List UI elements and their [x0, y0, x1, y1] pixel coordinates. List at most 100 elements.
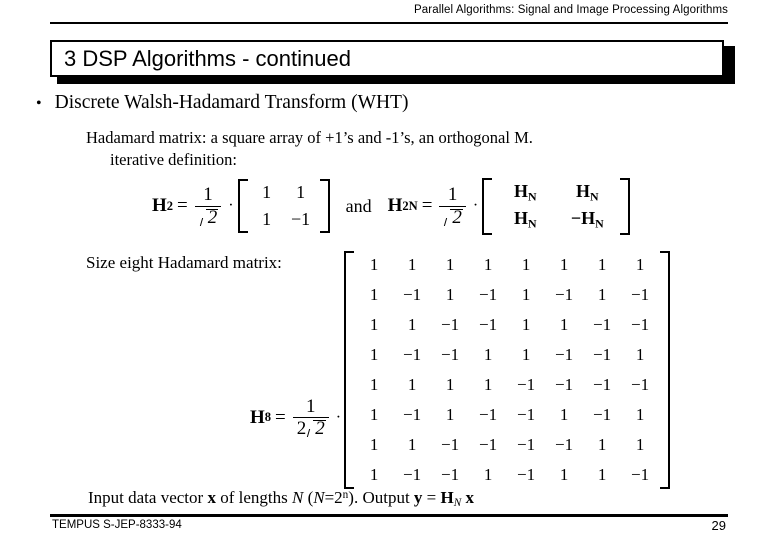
matrix-cell: 1 [521, 255, 531, 274]
matrix-cell: 1 [597, 465, 607, 484]
slide-title-box: 3 DSP Algorithms - continued [50, 40, 724, 77]
bottom-text-part7: x [461, 488, 474, 507]
matrix-cell: 1 [635, 405, 645, 424]
bracket-right-icon [660, 251, 671, 489]
bracket-left-icon [482, 178, 493, 235]
matrix-cell: 1 [407, 315, 417, 334]
matrix-cell: 1 [445, 285, 455, 304]
matrix-cell: 1 [296, 182, 306, 203]
matrix-cell: −1 [479, 435, 498, 454]
matrix-cell: 1 [369, 255, 379, 274]
formula-h8-fraction: 1 22 [292, 396, 329, 438]
matrix-h2n-grid: HN HN HN −HN [492, 178, 620, 235]
matrix-cell: −1 [517, 465, 536, 484]
matrix-cell: −1 [403, 405, 422, 424]
formula-h2-multiply: · [228, 197, 234, 215]
bottom-text-part3: ( [303, 488, 314, 507]
matrix-cell: −1 [479, 405, 498, 424]
bottom-var-n: N [291, 488, 304, 507]
sqrt-radical-icon: 2 [199, 207, 218, 227]
matrix-h2n: HN HN HN −HN [482, 178, 631, 235]
matrix-cell: 1 [597, 255, 607, 274]
matrix-cell: −1 [555, 285, 574, 304]
matrix-cell: −1 [479, 315, 498, 334]
matrix-cell: 1 [445, 375, 455, 394]
matrix-cell-subscript: N [595, 216, 604, 231]
matrix-cell-text: H [513, 181, 528, 201]
formula-h8-subscript: 8 [264, 410, 272, 424]
formula-h2-denominator: 2 [194, 205, 222, 227]
matrix-cell: 1 [262, 209, 272, 230]
bottom-text-part6: = [422, 488, 441, 507]
matrix-cell: 1 [483, 465, 493, 484]
bullet-item-wht: • Discrete Walsh-Hadamard Transform (WHT… [36, 92, 408, 114]
formula-h2n-numerator: 1 [447, 184, 458, 206]
formula-conjunction: and [345, 195, 372, 216]
matrix-cell: 1 [597, 285, 607, 304]
formula-h8: H8 = 1 22 · 1 1 1 1 1 1 1 1 1 −1 1 −1 1 … [250, 251, 671, 489]
matrix-cell: −1 [517, 435, 536, 454]
bottom-text-part1: Input data vector [88, 488, 208, 507]
formula-h2-subscript: 2 [166, 198, 174, 213]
matrix-cell: 1 [369, 315, 379, 334]
matrix-cell: 1 [483, 255, 493, 274]
slide-header-text: Parallel Algorithms: Signal and Image Pr… [414, 4, 728, 16]
bracket-left-icon [237, 179, 248, 234]
formula-h2-and-h2n: H2 = 1 2 · 1 1 1 −1 and H 2N = 1 2 · HN H… [152, 178, 631, 235]
matrix-cell: 1 [635, 255, 645, 274]
matrix-cell: −1 [441, 345, 460, 364]
matrix-cell: 1 [559, 315, 569, 334]
matrix-cell: 1 [407, 255, 417, 274]
matrix-cell: 1 [445, 405, 455, 424]
formula-h2n-subscript: 2N [402, 198, 418, 213]
header-divider-rule [50, 22, 728, 24]
bottom-text-part4: =2 [324, 488, 343, 507]
matrix-cell-text: −H [570, 208, 596, 229]
formula-h2-numerator: 1 [203, 184, 213, 206]
footer-page-number: 29 [711, 518, 726, 533]
matrix-cell: 1 [521, 285, 531, 304]
matrix-cell: −1 [291, 209, 311, 230]
matrix-cell: −1 [555, 435, 574, 454]
matrix-cell: 1 [597, 435, 607, 454]
bottom-matrix-h: H [440, 488, 454, 507]
formula-h8-equals: = [275, 406, 286, 428]
matrix-cell: HN [494, 208, 556, 231]
matrix-cell: −1 [593, 315, 612, 334]
bottom-vector-x: x [207, 488, 216, 507]
matrix-h2: 1 1 1 −1 [237, 179, 330, 234]
bottom-text-part5: ). Output [348, 488, 414, 507]
matrix-cell: −1 [441, 465, 460, 484]
matrix-cell: −1 [631, 315, 650, 334]
bottom-text-part2: of lengths [215, 488, 292, 507]
matrix-cell: −1 [555, 375, 574, 394]
matrix-cell: 1 [559, 465, 569, 484]
formula-h8-denominator: 22 [292, 417, 329, 438]
matrix-cell: 1 [483, 375, 493, 394]
matrix-cell: −1 [593, 345, 612, 364]
bracket-right-icon [620, 178, 631, 235]
matrix-cell: 1 [407, 375, 417, 394]
matrix-cell: 1 [262, 182, 272, 203]
matrix-cell: 1 [369, 285, 379, 304]
bottom-description-line: Input data vector x of lengths N (N=2n).… [88, 488, 474, 509]
matrix-cell: −1 [403, 345, 422, 364]
matrix-h8: 1 1 1 1 1 1 1 1 1 −1 1 −1 1 −1 1 −1 1 1 … [344, 251, 671, 489]
matrix-cell: 1 [559, 405, 569, 424]
matrix-cell: 1 [635, 345, 645, 364]
matrix-cell: −1 [441, 435, 460, 454]
matrix-cell: −1 [593, 405, 612, 424]
matrix-cell: 1 [521, 315, 531, 334]
matrix-cell: 1 [369, 375, 379, 394]
matrix-cell: −1 [631, 375, 650, 394]
matrix-h2-grid: 1 1 1 −1 [248, 179, 320, 233]
matrix-cell: 1 [483, 345, 493, 364]
matrix-cell-subscript: N [527, 216, 537, 231]
matrix-cell: −1 [403, 465, 422, 484]
matrix-cell: −1 [479, 285, 498, 304]
matrix-cell: −1 [631, 285, 650, 304]
matrix-cell: −1 [441, 315, 460, 334]
formula-h2n-symbol: H [387, 195, 403, 217]
formula-h8-lead: H8 = 1 22 · [250, 396, 344, 438]
page-title: 3 DSP Algorithms - continued [64, 45, 351, 71]
